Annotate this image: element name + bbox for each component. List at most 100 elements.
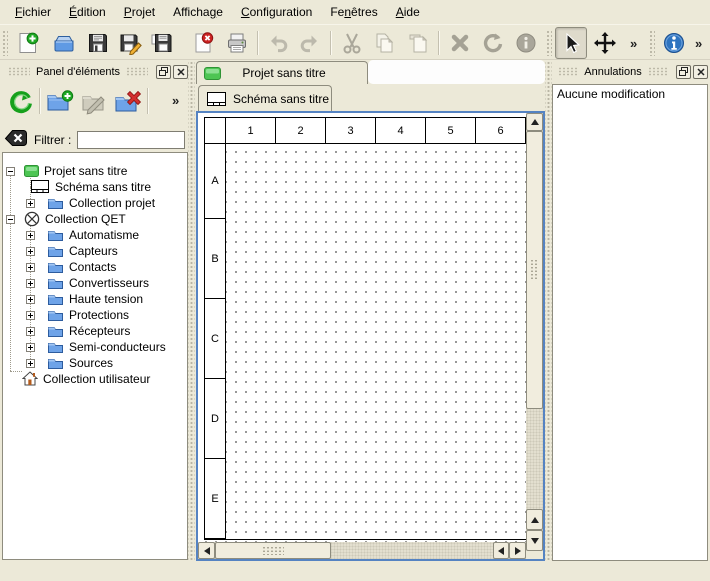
tree-item-collection-qet[interactable]: Collection QET bbox=[3, 211, 187, 227]
tree-item-protections[interactable]: Protections bbox=[3, 307, 187, 323]
filter-label: Filtrer : bbox=[34, 133, 71, 147]
toolbar-separator bbox=[330, 31, 332, 55]
expand-expander-icon[interactable] bbox=[26, 311, 35, 320]
print-button[interactable] bbox=[221, 27, 253, 59]
open-button[interactable] bbox=[48, 27, 80, 59]
tab-projet-sans-titre[interactable]: Projet sans titre bbox=[196, 61, 368, 84]
delete-folder-icon bbox=[114, 89, 142, 115]
clear-filter-button[interactable] bbox=[4, 129, 28, 149]
save-button[interactable] bbox=[82, 27, 114, 59]
expand-expander-icon[interactable] bbox=[26, 295, 35, 304]
menu-affichage[interactable]: Affichage bbox=[164, 1, 232, 23]
close-document-button[interactable] bbox=[187, 27, 219, 59]
toolbar-overflow-button[interactable]: » bbox=[630, 36, 637, 51]
tree-item-sources[interactable]: Sources bbox=[3, 355, 187, 371]
left-splitter-handle[interactable] bbox=[188, 62, 195, 560]
paste-button[interactable] bbox=[402, 27, 434, 59]
expand-expander-icon[interactable] bbox=[26, 263, 35, 272]
tree-item-collection-utilisateur[interactable]: Collection utilisateur bbox=[3, 371, 187, 387]
scroll-down-button[interactable] bbox=[526, 530, 543, 551]
delete-button[interactable] bbox=[444, 27, 476, 59]
collapse-expander-icon[interactable] bbox=[6, 215, 15, 224]
float-panel-button[interactable] bbox=[676, 65, 691, 79]
expand-expander-icon[interactable] bbox=[26, 279, 35, 288]
tab-schema-sans-titre[interactable]: Schéma sans titre bbox=[198, 85, 332, 111]
save-as-button[interactable] bbox=[114, 27, 146, 59]
project-icon bbox=[204, 67, 221, 80]
scroll-up-button[interactable] bbox=[526, 113, 543, 131]
save-all-icon bbox=[150, 31, 174, 55]
select-mode-button[interactable] bbox=[555, 27, 587, 59]
menu-bar: Fichier Édition Projet Affichage Configu… bbox=[0, 0, 710, 24]
menu-aide[interactable]: Aide bbox=[387, 1, 429, 23]
filter-input[interactable] bbox=[77, 131, 185, 149]
tree-item-convertisseurs[interactable]: Convertisseurs bbox=[3, 275, 187, 291]
move-mode-button[interactable] bbox=[589, 27, 621, 59]
toolbar-separator bbox=[39, 88, 41, 114]
vertical-scroll-thumb[interactable] bbox=[526, 131, 543, 409]
undo-panel-title: Annulations bbox=[584, 66, 642, 78]
new-element-button[interactable] bbox=[44, 86, 76, 118]
right-splitter-handle[interactable] bbox=[545, 62, 552, 560]
scroll-right-button[interactable] bbox=[509, 542, 526, 559]
tree-item-schema-sans-titre[interactable]: Schéma sans titre bbox=[3, 179, 187, 195]
tab-label: Projet sans titre bbox=[242, 66, 325, 80]
tree-item-automatisme[interactable]: Automatisme bbox=[3, 227, 187, 243]
tree-item-projet-sans-titre[interactable]: Projet sans titre bbox=[3, 163, 187, 179]
undo-button[interactable] bbox=[262, 27, 294, 59]
redo-button[interactable] bbox=[294, 27, 326, 59]
menu-projet[interactable]: Projet bbox=[115, 1, 164, 23]
collapse-expander-icon[interactable] bbox=[6, 167, 15, 176]
toolbar-overflow-button[interactable]: » bbox=[695, 36, 702, 51]
toolbar-handle[interactable] bbox=[2, 30, 8, 56]
menu-fenetres[interactable]: Fenêtres bbox=[321, 1, 386, 23]
new-document-icon bbox=[16, 31, 40, 55]
undo-list-item[interactable]: Aucune modification bbox=[553, 85, 707, 103]
expand-expander-icon[interactable] bbox=[26, 231, 35, 240]
horizontal-scroll-thumb[interactable] bbox=[215, 542, 331, 559]
tree-item-recepteurs[interactable]: Récepteurs bbox=[3, 323, 187, 339]
expand-expander-icon[interactable] bbox=[26, 247, 35, 256]
scroll-left-button[interactable] bbox=[198, 542, 215, 559]
reload-collections-button[interactable] bbox=[5, 86, 37, 118]
elements-tree[interactable]: Projet sans titre Schéma sans titre Coll… bbox=[2, 152, 188, 560]
tree-item-contacts[interactable]: Contacts bbox=[3, 259, 187, 275]
vertical-scrollbar[interactable] bbox=[526, 113, 543, 551]
undo-history-list[interactable]: Aucune modification bbox=[552, 84, 708, 561]
elements-panel-header[interactable]: Panel d'éléments bbox=[2, 62, 188, 81]
expand-expander-icon[interactable] bbox=[26, 327, 35, 336]
close-panel-button[interactable] bbox=[173, 65, 188, 79]
undo-panel-header[interactable]: Annulations bbox=[552, 62, 708, 81]
diagram-canvas[interactable]: 1 2 3 4 5 6 A B C D E bbox=[198, 113, 526, 542]
panel-toolbar-overflow[interactable]: » bbox=[172, 93, 179, 108]
copy-button[interactable] bbox=[368, 27, 400, 59]
cut-button[interactable] bbox=[336, 27, 368, 59]
tree-item-collection-projet[interactable]: Collection projet bbox=[3, 195, 187, 211]
toolbar-separator bbox=[257, 31, 259, 55]
new-document-button[interactable] bbox=[12, 27, 44, 59]
edit-element-button[interactable] bbox=[78, 86, 110, 118]
menu-edition[interactable]: Édition bbox=[60, 1, 115, 23]
tree-item-haute-tension[interactable]: Haute tension bbox=[3, 291, 187, 307]
scroll-left-button[interactable] bbox=[493, 542, 509, 559]
tree-item-capteurs[interactable]: Capteurs bbox=[3, 243, 187, 259]
menu-fichier[interactable]: Fichier bbox=[6, 1, 60, 23]
tree-item-semi-conducteurs[interactable]: Semi-conducteurs bbox=[3, 339, 187, 355]
project-info-icon bbox=[662, 31, 686, 55]
scroll-up-button[interactable] bbox=[526, 509, 543, 530]
arrow-up-icon bbox=[531, 119, 539, 125]
expand-expander-icon[interactable] bbox=[26, 343, 35, 352]
toolbar-handle[interactable] bbox=[546, 30, 552, 56]
project-info-button[interactable] bbox=[658, 27, 690, 59]
menu-configuration[interactable]: Configuration bbox=[232, 1, 321, 23]
save-all-button[interactable] bbox=[146, 27, 178, 59]
horizontal-scrollbar[interactable] bbox=[198, 542, 526, 559]
float-panel-button[interactable] bbox=[156, 65, 171, 79]
toolbar-handle[interactable] bbox=[649, 30, 655, 56]
element-info-button[interactable] bbox=[510, 27, 542, 59]
expand-expander-icon[interactable] bbox=[26, 359, 35, 368]
expand-expander-icon[interactable] bbox=[26, 199, 35, 208]
delete-element-button[interactable] bbox=[112, 86, 144, 118]
rotate-button[interactable] bbox=[477, 27, 509, 59]
close-panel-button[interactable] bbox=[693, 65, 708, 79]
